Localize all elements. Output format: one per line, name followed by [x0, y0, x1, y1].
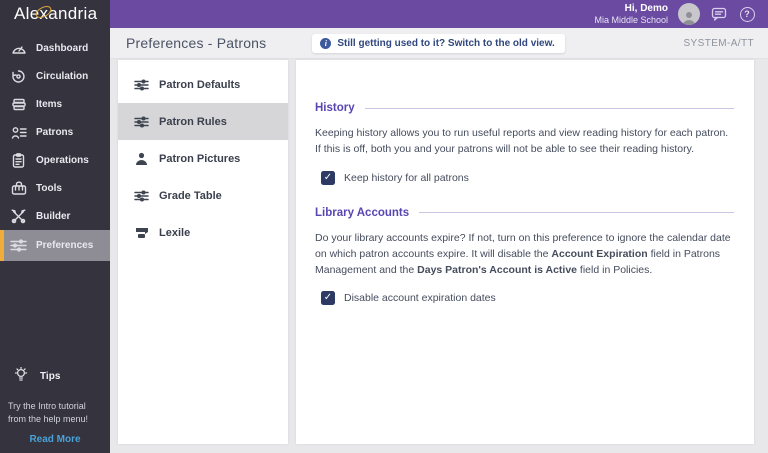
checkbox-label: Keep history for all patrons — [344, 171, 469, 184]
logo-x-swash: x — [39, 4, 49, 23]
tips-panel: Tips Try the Intro tutorial from the hel… — [0, 366, 110, 453]
sidebar-item-dashboard[interactable]: Dashboard — [0, 34, 110, 62]
read-more-link[interactable]: Read More — [8, 434, 102, 445]
sidebar-item-circulation[interactable]: Circulation — [0, 62, 110, 90]
sidebar-item-label: Items — [36, 98, 63, 110]
switch-old-view-button[interactable]: i Still getting used to it? Switch to th… — [312, 33, 565, 53]
sidebar-item-patrons[interactable]: Patrons — [0, 118, 110, 146]
subnav-item-patron-defaults[interactable]: Patron Defaults — [118, 66, 288, 103]
tools-icon — [10, 181, 27, 196]
section-title: Library Accounts — [315, 206, 410, 219]
alexandria-logo[interactable]: Ale x andria — [0, 0, 110, 28]
keep-history-checkbox-row[interactable]: ✓ Keep history for all patrons — [315, 170, 734, 185]
disable-expiration-checkbox-row[interactable]: ✓ Disable account expiration dates — [315, 291, 734, 306]
subnav-item-label: Lexile — [159, 226, 191, 239]
subnav-item-label: Patron Pictures — [159, 152, 241, 165]
sidebar-item-items[interactable]: Items — [0, 90, 110, 118]
checkbox-label: Disable account expiration dates — [344, 292, 496, 305]
section-library-accounts: Library Accounts Do your library account… — [315, 207, 734, 306]
section-history: History Keeping history allows you to ru… — [315, 102, 734, 185]
info-icon: i — [320, 37, 332, 49]
builder-icon — [10, 209, 27, 224]
sidebar-item-label: Circulation — [36, 70, 89, 82]
subnav-item-label: Patron Defaults — [159, 78, 241, 91]
sidebar-item-label: Patrons — [36, 126, 74, 138]
subnav-item-label: Patron Rules — [159, 115, 227, 128]
section-title: History — [315, 102, 355, 114]
sidebar-item-preferences[interactable]: Preferences — [0, 230, 110, 261]
dashboard-icon — [10, 41, 27, 56]
sliders-icon — [134, 78, 149, 92]
checkbox-checked[interactable]: ✓ — [321, 291, 335, 306]
subnav-item-label: Grade Table — [159, 189, 222, 202]
operations-icon — [10, 152, 27, 168]
tips-body: Try the Intro tutorial from the help men… — [8, 400, 89, 424]
section-divider — [419, 212, 734, 214]
user-block: Hi, Demo Mia Middle School — [594, 3, 668, 26]
subnav-item-patron-rules[interactable]: Patron Rules — [118, 103, 288, 140]
user-school: Mia Middle School — [594, 14, 668, 25]
sidebar-item-label: Operations — [36, 154, 89, 166]
sliders-icon — [134, 115, 149, 129]
page-title: Preferences - Patrons — [126, 35, 267, 51]
user-greeting: Hi, Demo — [624, 2, 668, 14]
preferences-icon — [10, 238, 27, 253]
tips-title: Tips — [40, 370, 61, 382]
avatar[interactable] — [678, 3, 700, 25]
preferences-subnav: Patron Defaults Patron Rules Patron Pict… — [118, 60, 288, 444]
notice-text: Still getting used to it? Switch to the … — [337, 37, 555, 49]
sidebar-nav: Dashboard Circulation Items Patrons Oper… — [0, 34, 110, 261]
sidebar-item-builder[interactable]: Builder — [0, 202, 110, 230]
checkbox-checked[interactable]: ✓ — [321, 170, 335, 185]
help-icon[interactable]: ? — [738, 5, 756, 23]
sliders-icon — [134, 189, 149, 203]
subnav-item-grade-table[interactable]: Grade Table — [118, 177, 288, 214]
section-divider — [364, 107, 734, 109]
lightbulb-icon — [14, 366, 28, 386]
app-sidebar: Ale x andria Dashboard Circulation Items P… — [0, 0, 110, 453]
subnav-item-patron-pictures[interactable]: Patron Pictures — [118, 140, 288, 177]
messages-icon[interactable] — [710, 5, 728, 23]
sidebar-item-label: Tools — [36, 182, 62, 194]
page-header: Preferences - Patrons i Still getting us… — [110, 28, 768, 59]
person-icon — [134, 152, 149, 166]
section-description: Do your library accounts expire? If not,… — [315, 231, 731, 277]
circulation-icon — [10, 69, 27, 84]
sidebar-item-label: Preferences — [36, 240, 94, 251]
patrons-icon — [10, 125, 27, 140]
sidebar-item-label: Builder — [36, 210, 71, 222]
sidebar-item-tools[interactable]: Tools — [0, 174, 110, 202]
system-label: SYSTEM-A/TT — [683, 37, 754, 49]
section-description: Keeping history allows you to run useful… — [315, 127, 729, 156]
sidebar-item-operations[interactable]: Operations — [0, 146, 110, 174]
topbar: Hi, Demo Mia Middle School ? — [110, 0, 768, 28]
lexile-icon — [134, 226, 149, 240]
items-icon — [10, 97, 27, 112]
main-panel: History Keeping history allows you to ru… — [296, 60, 754, 444]
sidebar-item-label: Dashboard — [36, 42, 89, 54]
subnav-item-lexile[interactable]: Lexile — [118, 214, 288, 251]
